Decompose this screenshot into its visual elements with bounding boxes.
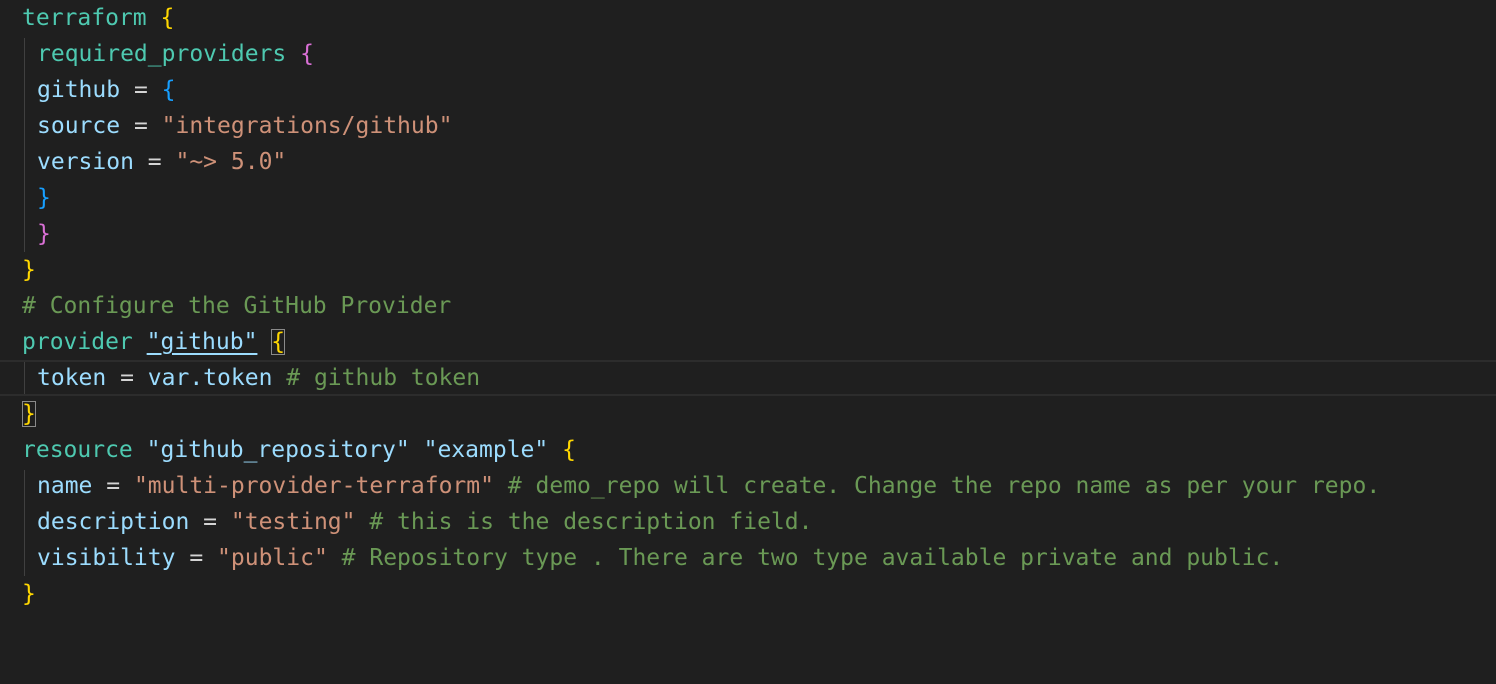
attribute-visibility: visibility: [37, 545, 176, 571]
string-name-value: "multi-provider-terraform": [133, 473, 494, 499]
string-description-value: "testing": [230, 509, 356, 535]
equals-sign: =: [120, 77, 162, 103]
open-brace-matched: {: [271, 329, 286, 355]
code-editor[interactable]: terraform { required_providers { github …: [0, 0, 1496, 670]
string-version-value: "~> 5.0": [175, 149, 287, 175]
code-line-16[interactable]: visibility = "public" # Repository type …: [0, 540, 1496, 576]
code-line-13[interactable]: resource "github_repository" "example" {: [0, 432, 1496, 468]
open-brace: {: [300, 41, 314, 67]
comment-configure-provider: # Configure the GitHub Provider: [22, 293, 452, 319]
comment-name: # demo_repo will create. Change the repo…: [493, 473, 1381, 499]
code-line-9[interactable]: # Configure the GitHub Provider: [0, 288, 1496, 324]
code-line-14[interactable]: name = "multi-provider-terraform" # demo…: [0, 468, 1496, 504]
equals-sign: =: [189, 509, 231, 535]
open-brace: {: [161, 77, 176, 103]
attribute-token: token: [37, 365, 107, 391]
label-github-link[interactable]: "github": [147, 329, 258, 355]
code-line-4[interactable]: source = "integrations/github": [0, 108, 1496, 144]
code-line-15[interactable]: description = "testing" # this is the de…: [0, 504, 1496, 540]
open-brace: {: [562, 437, 576, 463]
equals-sign: =: [106, 365, 148, 391]
equals-sign: =: [120, 113, 162, 139]
close-brace-matched: }: [22, 401, 36, 427]
code-line-8[interactable]: }: [0, 252, 1496, 288]
code-line-5[interactable]: version = "~> 5.0": [0, 144, 1496, 180]
equals-sign: =: [133, 149, 176, 175]
attribute-name: name: [37, 473, 93, 499]
attribute-source: source: [37, 113, 121, 139]
string-visibility-value: "public": [217, 545, 328, 571]
comment-description: # this is the description field.: [355, 509, 813, 535]
comment-visibility: # Repository type . There are two type a…: [327, 545, 1284, 571]
keyword-provider: provider: [22, 329, 133, 355]
code-line-12[interactable]: }: [0, 396, 1496, 432]
label-resource-name: "example": [423, 437, 549, 463]
code-line-6[interactable]: }: [0, 180, 1496, 216]
attribute-description: description: [37, 509, 190, 535]
equals-sign: =: [92, 473, 134, 499]
close-brace: }: [37, 185, 51, 211]
string-source-value: "integrations/github": [161, 113, 453, 139]
comment-github-token: # github token: [272, 365, 481, 391]
close-brace: }: [37, 221, 51, 247]
code-line-17[interactable]: }: [0, 576, 1496, 612]
open-brace: {: [160, 5, 175, 31]
label-resource-type: "github_repository": [146, 437, 410, 463]
code-line-1[interactable]: terraform {: [0, 0, 1496, 36]
close-brace: }: [22, 581, 36, 607]
code-line-10[interactable]: provider "github" {: [0, 324, 1496, 360]
code-line-11-current[interactable]: token = var.token # github token: [0, 360, 1496, 396]
keyword-resource: resource: [22, 437, 133, 463]
attribute-version: version: [37, 149, 134, 175]
code-line-2[interactable]: required_providers {: [0, 36, 1496, 72]
attribute-github: github: [37, 77, 121, 103]
variable-token: var.token: [147, 365, 273, 391]
code-line-3[interactable]: github = {: [0, 72, 1496, 108]
code-line-7[interactable]: }: [0, 216, 1496, 252]
equals-sign: =: [175, 545, 218, 571]
close-brace: }: [22, 257, 36, 283]
block-required-providers: required_providers: [37, 41, 287, 67]
keyword-terraform: terraform: [22, 5, 147, 31]
